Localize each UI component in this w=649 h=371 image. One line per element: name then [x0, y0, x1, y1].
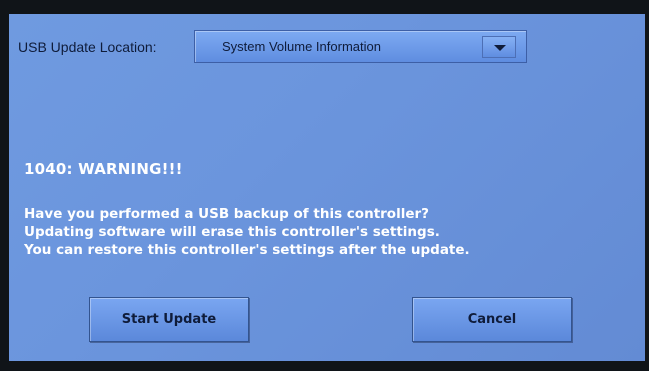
update-dialog: USB Update Location: System Volume Infor…	[9, 14, 645, 361]
usb-location-dropdown[interactable]: System Volume Information	[194, 30, 527, 63]
warning-title: 1040: WARNING!!!	[24, 160, 183, 178]
warning-message-line: Updating software will erase this contro…	[24, 224, 440, 240]
warning-message-line: Have you performed a USB backup of this …	[24, 206, 429, 222]
warning-message-line: You can restore this controller's settin…	[24, 242, 470, 258]
usb-location-label: USB Update Location:	[18, 39, 157, 55]
start-update-button[interactable]: Start Update	[89, 297, 249, 342]
usb-location-selected-value: System Volume Information	[222, 39, 381, 54]
dropdown-toggle-button[interactable]	[482, 36, 516, 58]
cancel-button[interactable]: Cancel	[412, 297, 572, 342]
device-bezel: USB Update Location: System Volume Infor…	[0, 0, 649, 371]
chevron-down-icon	[494, 45, 506, 51]
